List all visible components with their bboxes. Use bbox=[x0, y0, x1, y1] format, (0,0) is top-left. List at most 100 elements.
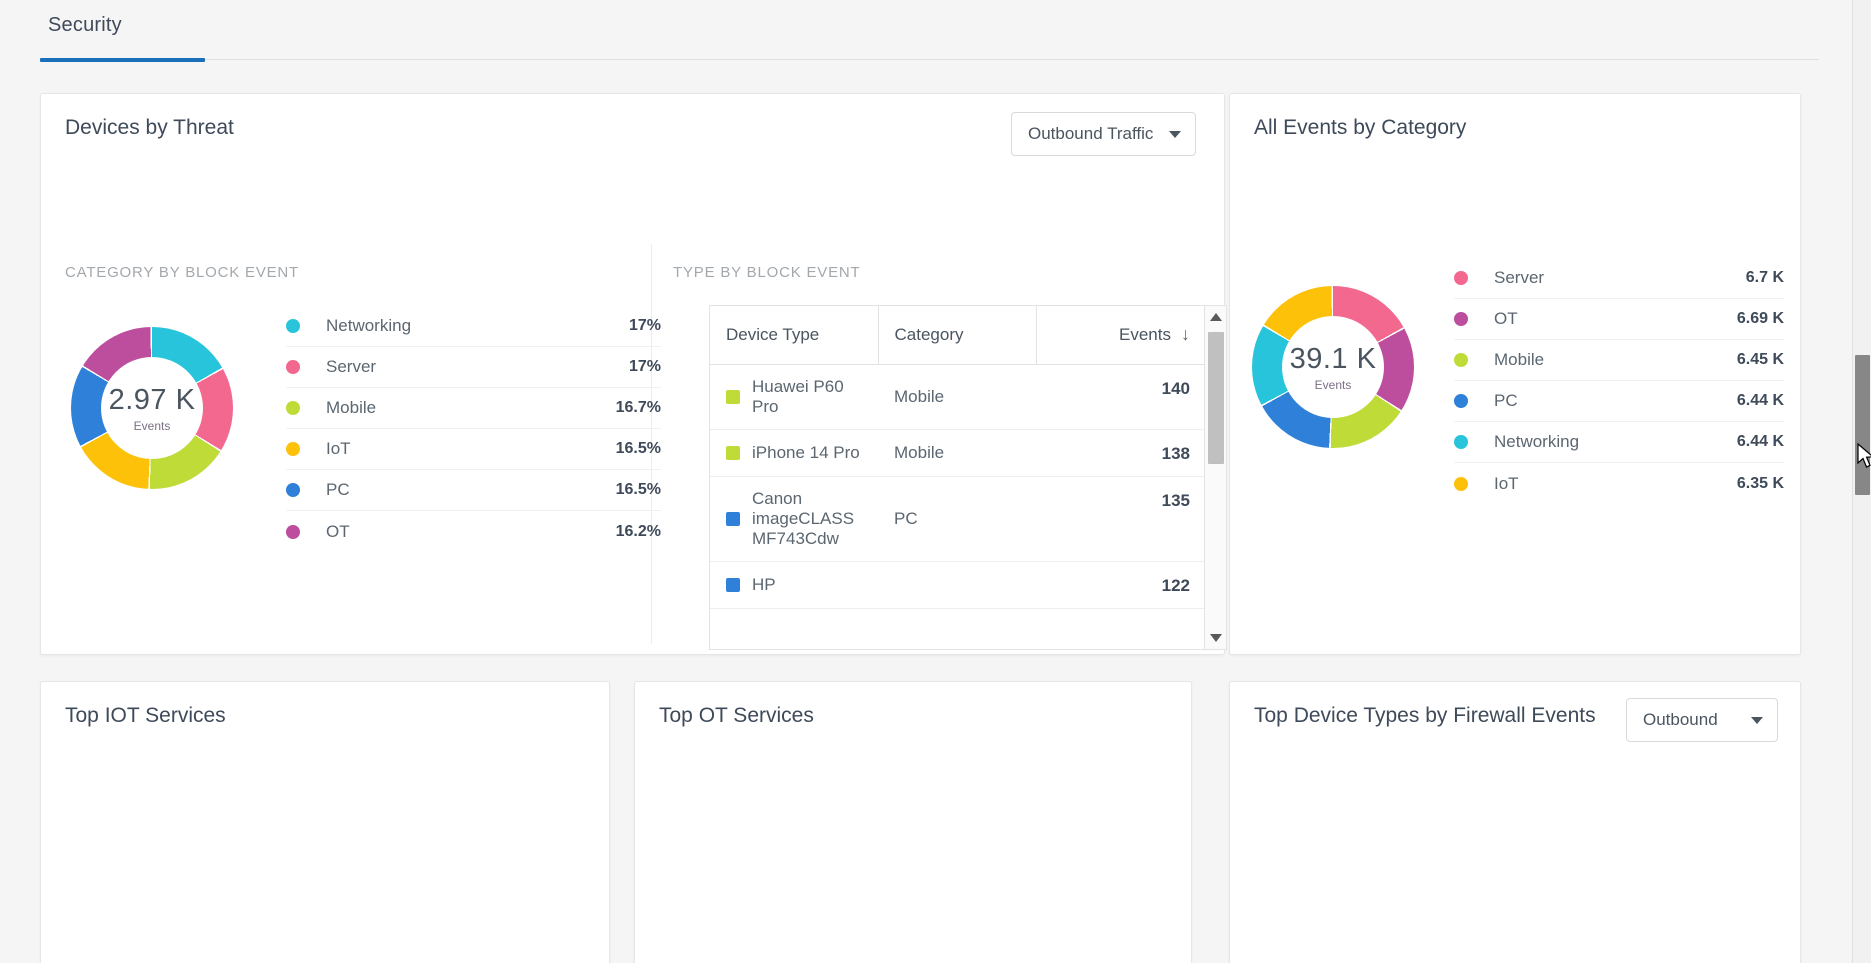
all-events-legend: Server 6.7 K OT 6.69 K Mobile 6.45 K PC 6.44 KN… bbox=[1454, 258, 1784, 504]
table-scrollbar[interactable] bbox=[1204, 306, 1226, 649]
page-scrollbar-thumb[interactable] bbox=[1855, 355, 1870, 495]
legend-value: 6.45 K bbox=[1736, 351, 1784, 368]
legend-color-dot-icon bbox=[1454, 435, 1468, 449]
legend-value: 16.2% bbox=[615, 522, 661, 540]
all-events-by-category-card: All Events by Category 39.1 K Events Ser… bbox=[1229, 93, 1801, 655]
legend-value: 6.44 K bbox=[1736, 433, 1784, 450]
device-type-content: HP bbox=[726, 575, 862, 595]
type-by-block-event-table-wrap: Device Type Category Events ↓ Huawei P60 Pr… bbox=[709, 305, 1227, 650]
legend-label: Networking bbox=[326, 316, 412, 335]
all-events-donut-chart: 39.1 K Events bbox=[1252, 286, 1414, 448]
all-events-legend-item-row[interactable]: PC 6.44 K bbox=[1454, 381, 1784, 422]
events-cell: 140 bbox=[1036, 364, 1206, 430]
legend-color-dot-icon bbox=[286, 524, 300, 539]
legend-label: Networking bbox=[1494, 432, 1580, 451]
all-events-legend-item-row[interactable]: Server 6.7 K bbox=[1454, 258, 1784, 299]
category-color-swatch-icon bbox=[726, 511, 740, 526]
legend-color-dot-icon bbox=[1454, 353, 1468, 367]
legend-label: OT bbox=[1494, 309, 1518, 328]
legend-color-dot-icon bbox=[1454, 271, 1468, 285]
column-header-events[interactable]: Events ↓ bbox=[1036, 306, 1206, 365]
legend-color-dot-icon bbox=[1454, 312, 1468, 326]
category-legend: Networking 17% Server 17% Mobile 16.7% IoT 16.5… bbox=[286, 306, 661, 552]
scrollbar-thumb[interactable] bbox=[1208, 332, 1224, 464]
category-legend-item-row[interactable]: OT 16.2% bbox=[286, 511, 661, 552]
table-header-row: Device Type Category Events ↓ bbox=[710, 306, 1206, 365]
device-type-content: Canon imageCLASS MF743Cdw bbox=[726, 489, 862, 549]
category-cell: Mobile bbox=[878, 429, 1036, 477]
legend-label: PC bbox=[326, 480, 350, 499]
column-header-device-type[interactable]: Device Type bbox=[710, 306, 879, 365]
table-row[interactable]: HP 122 bbox=[710, 561, 1206, 609]
legend-color-dot-icon bbox=[286, 442, 300, 456]
outbound-dropdown-value: Outbound bbox=[1643, 710, 1718, 729]
legend-color-dot-icon bbox=[286, 483, 300, 497]
outbound-dropdown[interactable]: Outbound bbox=[1626, 698, 1778, 742]
donut-center-value: 39.1 K bbox=[1289, 342, 1377, 375]
devices-by-threat-title: Devices by Threat bbox=[65, 116, 234, 139]
all-events-by-category-title: All Events by Category bbox=[1254, 116, 1467, 139]
all-events-legend-item-row[interactable]: OT 6.69 K bbox=[1454, 299, 1784, 340]
device-type-cell: Huawei P60 Pro bbox=[710, 364, 878, 430]
category-legend-item-row[interactable]: Mobile 16.7% bbox=[286, 388, 661, 429]
type-by-block-event-table: Device Type Category Events ↓ Huawei P60 Pr… bbox=[710, 306, 1206, 609]
outbound-traffic-dropdown[interactable]: Outbound Traffic bbox=[1011, 112, 1196, 156]
table-row[interactable]: iPhone 14 Pro Mobile 138 bbox=[710, 429, 1206, 477]
chevron-down-icon bbox=[1751, 716, 1763, 724]
category-legend-item-row[interactable]: Networking 17% bbox=[286, 306, 661, 347]
category-legend-item-row[interactable]: Server 17% bbox=[286, 347, 661, 388]
donut-center: 2.97 K Events bbox=[101, 357, 203, 459]
sort-descending-arrow-icon: ↓ bbox=[1181, 324, 1190, 345]
all-events-legend-item-row[interactable]: Mobile 6.45 K bbox=[1454, 340, 1784, 381]
all-events-legend-item-row[interactable]: IoT 6.35 K bbox=[1454, 463, 1784, 504]
category-legend-item-row[interactable]: IoT 16.5% bbox=[286, 429, 661, 470]
category-cell: PC bbox=[878, 476, 1036, 562]
events-cell: 138 bbox=[1036, 429, 1206, 477]
device-type-cell: iPhone 14 Pro bbox=[710, 429, 878, 477]
legend-value: 6.35 K bbox=[1736, 474, 1784, 492]
scroll-down-arrow-icon[interactable] bbox=[1209, 634, 1222, 642]
table-body: Huawei P60 Pro Mobile 140 iPhone 14 Pro Mobi… bbox=[710, 364, 1206, 609]
top-iot-services-title: Top IOT Services bbox=[65, 704, 226, 727]
table-row[interactable]: Huawei P60 Pro Mobile 140 bbox=[710, 364, 1206, 430]
tab-security[interactable]: Security bbox=[40, 14, 130, 53]
all-events-legend-item-row[interactable]: Networking 6.44 K bbox=[1454, 422, 1784, 463]
legend-color-dot-icon bbox=[286, 360, 300, 374]
legend-value: 6.69 K bbox=[1736, 310, 1784, 327]
legend-value: 6.7 K bbox=[1745, 269, 1784, 286]
table-row[interactable]: Canon imageCLASS MF743Cdw PC 135 bbox=[710, 476, 1206, 562]
legend-value: 16.5% bbox=[615, 481, 661, 498]
category-cell bbox=[878, 561, 1036, 609]
legend-color-dot-icon bbox=[1454, 394, 1468, 408]
legend-label: Mobile bbox=[1494, 350, 1545, 369]
category-legend-item-row[interactable]: PC 16.5% bbox=[286, 470, 661, 511]
device-type-content: Huawei P60 Pro bbox=[726, 377, 862, 417]
donut-ring: 39.1 K Events bbox=[1252, 286, 1414, 448]
scroll-up-arrow-icon[interactable] bbox=[1209, 313, 1222, 321]
legend-label: IoT bbox=[1494, 473, 1519, 493]
events-cell: 135 bbox=[1036, 476, 1206, 562]
legend-value: 6.44 K bbox=[1736, 392, 1784, 409]
outbound-traffic-dropdown-value: Outbound Traffic bbox=[1028, 124, 1154, 143]
category-cell: Mobile bbox=[878, 364, 1036, 430]
top-ot-services-title: Top OT Services bbox=[659, 704, 814, 727]
category-color-swatch-icon bbox=[726, 577, 740, 592]
top-device-types-card: Top Device Types by Firewall Events Outb… bbox=[1229, 681, 1801, 963]
legend-label: Mobile bbox=[326, 398, 377, 417]
top-ot-services-card: Top OT Services ApplicationDevice TypeEv… bbox=[634, 681, 1192, 963]
legend-value: 16.7% bbox=[615, 399, 661, 416]
legend-label: Server bbox=[326, 357, 377, 376]
page-scrollbar[interactable] bbox=[1852, 0, 1871, 963]
device-type-cell: Canon imageCLASS MF743Cdw bbox=[710, 476, 878, 562]
legend-label: OT bbox=[326, 521, 350, 541]
legend-value: 16.5% bbox=[615, 440, 661, 457]
tab-bar-divider bbox=[40, 59, 1819, 60]
category-color-swatch-icon bbox=[726, 389, 740, 404]
legend-label: Server bbox=[1494, 268, 1545, 287]
legend-color-dot-icon bbox=[286, 401, 300, 415]
column-header-category[interactable]: Category bbox=[878, 306, 1037, 365]
type-by-block-event-label: TYPE BY BLOCK EVENT bbox=[673, 264, 861, 281]
devices-by-threat-card: Devices by Threat Outbound Traffic CATEG… bbox=[40, 93, 1227, 699]
tab-bar: Security bbox=[0, 0, 1871, 64]
security-dashboard-page: Security Devices by Threat Outbound Traf… bbox=[0, 0, 1871, 963]
